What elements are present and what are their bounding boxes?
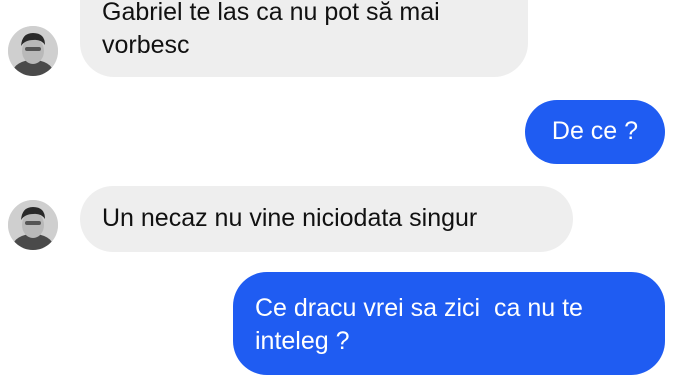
contact-avatar[interactable] [8,26,58,76]
person-photo-avatar-icon [8,200,58,250]
outgoing-message-bubble[interactable]: De ce ? [525,100,665,164]
incoming-message-bubble[interactable]: Un necaz nu vine niciodata singur [80,186,573,252]
outgoing-message-bubble[interactable]: Ce dracu vrei sa zici ca nu te inteleg ? [233,272,665,375]
incoming-message-bubble[interactable]: Gabriel te las ca nu pot să mai vorbesc [80,0,528,77]
person-photo-avatar-icon [8,26,58,76]
contact-avatar[interactable] [8,200,58,250]
